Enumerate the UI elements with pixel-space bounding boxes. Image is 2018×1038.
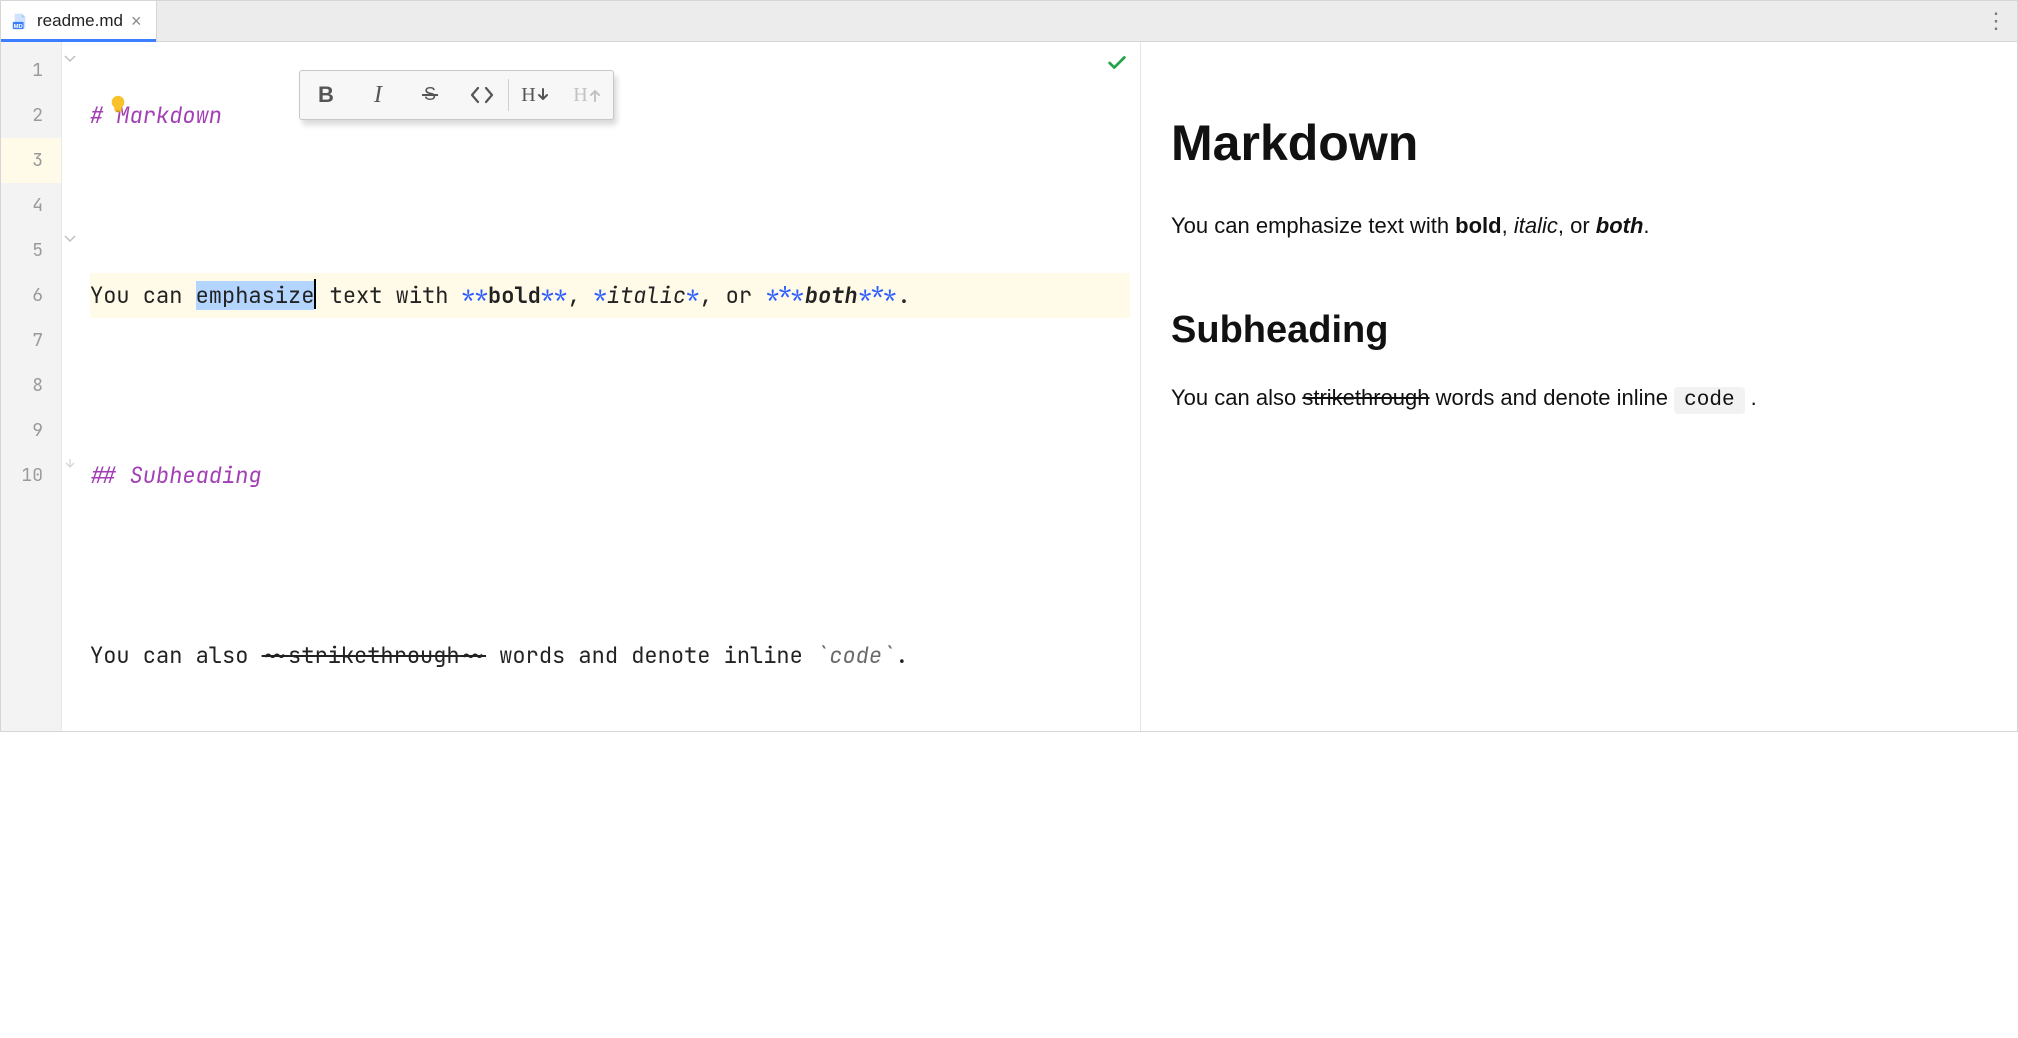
code-line	[90, 723, 1130, 768]
main-split: 1 2 3 4 5 6 7 8 9 10 # Markdown You can …	[1, 42, 2017, 731]
text-selection: emphasize	[196, 281, 315, 310]
tab-more-icon[interactable]: ⋮	[1985, 8, 2007, 34]
line-number[interactable]: 3	[1, 138, 61, 183]
code-area[interactable]: # Markdown You can emphasize text with *…	[84, 42, 1140, 731]
line-number[interactable]: 9	[1, 408, 61, 453]
line-number[interactable]: 4	[1, 183, 61, 228]
code-line	[90, 543, 1130, 588]
code-button[interactable]	[456, 71, 508, 119]
preview-pane: Markdown You can emphasize text with bol…	[1141, 42, 2017, 731]
fold-column	[62, 42, 84, 731]
line-number[interactable]: 7	[1, 318, 61, 363]
fold-marker-icon[interactable]	[63, 232, 81, 250]
preview-paragraph: You can emphasize text with bold, italic…	[1171, 209, 1987, 242]
editor-pane: 1 2 3 4 5 6 7 8 9 10 # Markdown You can …	[1, 42, 1141, 731]
preview-h2: Subheading	[1171, 302, 1987, 359]
line-number[interactable]: 5	[1, 228, 61, 273]
preview-h1: Markdown	[1171, 106, 1987, 181]
code-line	[90, 183, 1130, 228]
strikethrough-button[interactable]: S	[404, 71, 456, 119]
inspection-ok-icon[interactable]	[1106, 52, 1128, 79]
bold-button[interactable]: B	[300, 71, 352, 119]
code-line	[90, 813, 1130, 858]
code-line	[90, 363, 1130, 408]
heading-down-button[interactable]: H	[509, 71, 561, 119]
heading-up-button[interactable]: H	[561, 71, 613, 119]
markdown-file-icon: MD	[11, 12, 29, 30]
tab-bar: MD readme.md × ⋮	[1, 1, 2017, 42]
line-number[interactable]: 2	[1, 93, 61, 138]
code-line: You can also ~~strikethrough~~ words and…	[90, 633, 1130, 678]
floating-format-toolbar: B I S H H	[299, 70, 614, 120]
italic-button[interactable]: I	[352, 71, 404, 119]
tab-filename: readme.md	[37, 11, 123, 31]
line-number[interactable]: 1	[1, 48, 61, 93]
line-number[interactable]: 6	[1, 273, 61, 318]
fold-marker-icon[interactable]	[63, 52, 81, 70]
line-number-gutter: 1 2 3 4 5 6 7 8 9 10	[1, 42, 62, 731]
tab-bar-actions: ⋮	[1975, 1, 2017, 41]
code-line	[90, 903, 1130, 948]
line-number[interactable]: 10	[1, 453, 61, 498]
line-number[interactable]: 8	[1, 363, 61, 408]
preview-paragraph: You can also strikethrough words and den…	[1171, 381, 1987, 417]
lightbulb-icon[interactable]	[107, 93, 129, 115]
code-line: You can emphasize text with **bold**, *i…	[90, 273, 1130, 318]
svg-text:MD: MD	[14, 24, 23, 30]
fold-end-marker-icon[interactable]	[63, 457, 81, 475]
code-line: ## Subheading	[90, 453, 1130, 498]
tab-readme[interactable]: MD readme.md ×	[1, 1, 157, 41]
close-tab-icon[interactable]: ×	[131, 12, 142, 30]
